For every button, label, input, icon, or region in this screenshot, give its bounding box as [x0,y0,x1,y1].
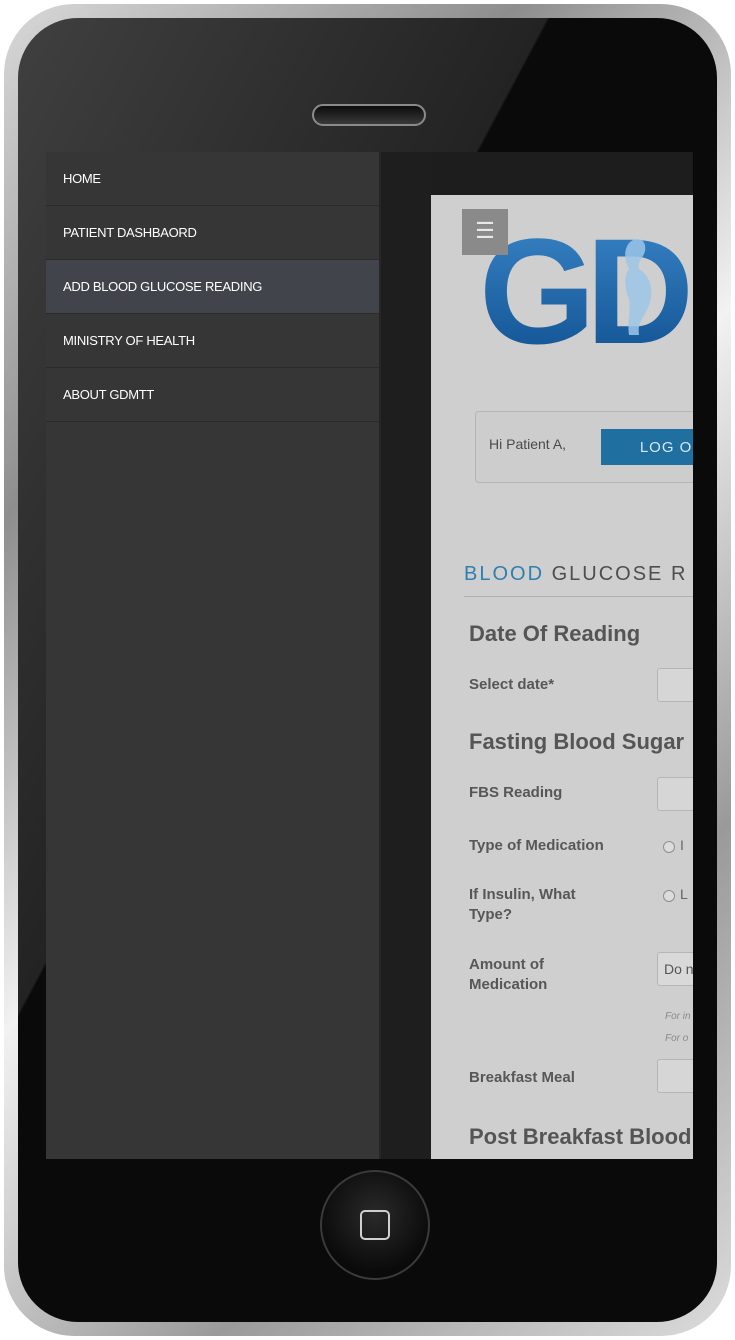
hint-insulin: For in [665,1011,691,1022]
hamburger-icon[interactable]: ☰ [462,209,508,255]
gdmtt-logo: GD [479,225,693,355]
insulin-type-label: If Insulin, What Type? [469,886,576,923]
logout-button[interactable]: LOG OU [601,429,693,465]
menu-item-add-blood-glucose-reading[interactable]: ADD BLOOD GLUCOSE READING [46,260,379,314]
medication-type-label: Type of Medication [469,837,604,854]
home-button[interactable] [320,1170,430,1280]
breakfast-input[interactable] [657,1059,693,1093]
phone-screen: HOME PATIENT DASHBAORD ADD BLOOD GLUCOSE… [46,152,693,1159]
phone-speaker [312,104,426,126]
select-date-label: Select date* [469,676,555,693]
fbs-input[interactable] [657,777,693,811]
fasting-heading: Fasting Blood Sugar [469,729,685,754]
date-heading: Date Of Reading [469,621,641,646]
section-title-accent: BLOOD [464,563,545,585]
amount-label: Amount of Medication [469,956,548,993]
medication-type-option: I [680,837,684,853]
insulin-type-option: L [680,886,688,902]
menu-item-home[interactable]: HOME [46,152,379,206]
menu-item-ministry-of-health[interactable]: MINISTRY OF HEALTH [46,314,379,368]
hint-oral: For o [665,1033,689,1044]
amount-select[interactable]: Do n [657,952,693,986]
side-menu: HOME PATIENT DASHBAORD ADD BLOOD GLUCOSE… [46,152,381,1159]
breakfast-label: Breakfast Meal [469,1069,575,1086]
greeting-text: Hi Patient A, [489,436,567,452]
menu-item-patient-dashboard[interactable]: PATIENT DASHBAORD [46,206,379,260]
user-greeting-box: Hi Patient A, LOG OU [475,411,693,483]
insulin-type-radio[interactable] [663,890,675,902]
fbs-label: FBS Reading [469,784,563,801]
home-square-icon [360,1210,390,1240]
logo-text: GD [479,225,689,355]
content-edge-shadow [381,152,431,1159]
medication-type-radio[interactable] [663,841,675,853]
menu-item-about-gdmtt[interactable]: ABOUT GDMTT [46,368,379,422]
main-content: GD ☰ Hi Patient A, LOG OU BLOOD GLUCOSE … [431,195,693,1159]
post-breakfast-heading: Post Breakfast Blood [469,1124,692,1149]
section-title-rest: GLUCOSE R [544,563,688,585]
section-divider [464,596,693,597]
section-title: BLOOD GLUCOSE R [464,563,687,586]
date-input[interactable] [657,668,693,702]
